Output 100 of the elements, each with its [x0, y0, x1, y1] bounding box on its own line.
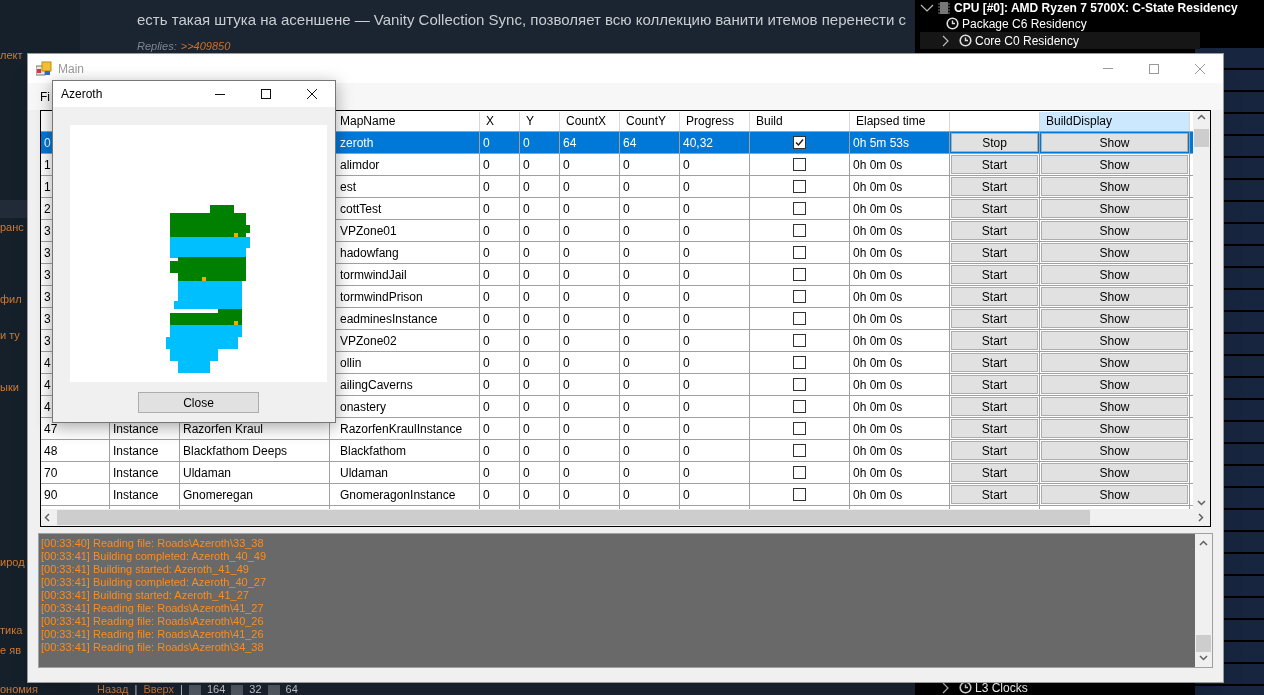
start-button[interactable]: Start: [951, 177, 1038, 196]
scroll-thumb[interactable]: [1194, 129, 1209, 147]
show-button[interactable]: Show: [1041, 265, 1188, 284]
show-button[interactable]: Show: [1041, 331, 1188, 350]
start-button[interactable]: Start: [951, 309, 1038, 328]
table-cell-text: 0: [682, 464, 690, 482]
start-button[interactable]: Start: [951, 353, 1038, 372]
minimize-icon: [1103, 68, 1113, 69]
back-link[interactable]: Назад: [97, 684, 129, 695]
table-cell-text: 0: [482, 134, 490, 152]
table-cell-text: 0: [682, 376, 690, 394]
checkbox[interactable]: [793, 158, 806, 171]
checkbox[interactable]: [793, 290, 806, 303]
scroll-up-icon[interactable]: [1199, 540, 1208, 546]
sidebar-link-text[interactable]: ранс: [0, 222, 24, 233]
scroll-down-icon[interactable]: [1199, 655, 1208, 661]
show-button[interactable]: Show: [1041, 243, 1188, 262]
show-button[interactable]: Show: [1041, 287, 1188, 306]
menu-item[interactable]: Fi: [40, 87, 50, 106]
show-button[interactable]: Show: [1041, 463, 1188, 482]
table-cell-text: Uldaman: [182, 464, 232, 482]
horizontal-scrollbar[interactable]: [41, 509, 1210, 526]
sidebar-link-text[interactable]: ономия: [0, 684, 38, 695]
show-button[interactable]: Show: [1041, 441, 1188, 460]
table-cell-text: Instance: [112, 464, 159, 482]
checkbox[interactable]: [793, 488, 806, 501]
table-cell-text: 0: [522, 178, 530, 196]
sidebar-link-text[interactable]: фил: [0, 294, 22, 305]
stop-button[interactable]: Stop: [951, 133, 1038, 152]
checkbox[interactable]: [793, 246, 806, 259]
scroll-left-icon[interactable]: [44, 513, 50, 522]
start-button[interactable]: Start: [951, 155, 1038, 174]
checkbox[interactable]: [793, 202, 806, 215]
close-dialog-button[interactable]: Close: [138, 392, 259, 413]
checkbox[interactable]: [793, 466, 806, 479]
chevron-right-icon[interactable]: [942, 34, 950, 47]
start-button[interactable]: Start: [951, 265, 1038, 284]
checkbox[interactable]: [793, 422, 806, 435]
scroll-down-icon[interactable]: [1197, 500, 1206, 506]
sidebar-link-text[interactable]: тика: [0, 625, 23, 636]
start-button[interactable]: Start: [951, 243, 1038, 262]
table-row[interactable]: 48 Instance Blackfathom Deeps Blackfathom 0 0 0 0 0 0h 0m 0s Start Show: [41, 440, 1193, 462]
checkbox[interactable]: [793, 444, 806, 457]
start-button[interactable]: Start: [951, 485, 1038, 504]
scroll-up-icon[interactable]: [1197, 114, 1206, 120]
table-cell-text: 0: [682, 266, 690, 284]
show-button[interactable]: Show: [1041, 419, 1188, 438]
vertical-scrollbar[interactable]: [1195, 534, 1212, 667]
table-cell-text: 0: [522, 332, 530, 350]
scroll-thumb[interactable]: [1196, 635, 1211, 652]
scroll-right-icon[interactable]: [1198, 513, 1204, 522]
checkbox[interactable]: [793, 224, 806, 237]
sidebar-link-text[interactable]: ирод: [0, 557, 25, 568]
checkbox[interactable]: [793, 356, 806, 369]
sidebar-link-text[interactable]: ыки: [0, 382, 19, 393]
show-button[interactable]: Show: [1041, 309, 1188, 328]
start-button[interactable]: Start: [951, 221, 1038, 240]
table-row[interactable]: 90 Instance Gnomeregan GnomeragonInstance 0 0 0 0 0 0h 0m 0s Start Show: [41, 484, 1193, 506]
start-button[interactable]: Start: [951, 419, 1038, 438]
table-cell-text: 4: [43, 398, 51, 416]
start-button[interactable]: Start: [951, 463, 1038, 482]
checkbox[interactable]: [793, 378, 806, 391]
show-button[interactable]: Show: [1041, 199, 1188, 218]
scroll-thumb[interactable]: [57, 510, 1090, 525]
chevron-down-icon[interactable]: [920, 2, 934, 13]
table-row[interactable]: 47 Instance Razorfen Kraul RazorfenKraulInstance 0 0 0 0 0 0h 0m 0s Start Show: [41, 418, 1193, 440]
show-button[interactable]: Show: [1041, 155, 1188, 174]
up-link[interactable]: Вверх: [143, 684, 175, 695]
table-cell-text: 0: [43, 134, 51, 152]
table-cell-text: 0: [522, 222, 530, 240]
log-line: [00:33:41] Building completed: Azeroth_40_27: [41, 576, 268, 589]
column-header[interactable]: BuildDisplay: [1040, 112, 1190, 131]
reply-link[interactable]: >>409850: [180, 41, 231, 52]
table-cell-text: 0: [682, 442, 690, 460]
sidebar-link-text[interactable]: и ту: [0, 330, 20, 341]
show-button[interactable]: Show: [1041, 485, 1188, 504]
checkbox[interactable]: [793, 180, 806, 193]
show-button[interactable]: Show: [1041, 221, 1188, 240]
sidebar-link-text[interactable]: лект: [0, 50, 23, 61]
checkbox[interactable]: [793, 136, 806, 149]
start-button[interactable]: Start: [951, 441, 1038, 460]
start-button[interactable]: Start: [951, 287, 1038, 306]
checkbox[interactable]: [793, 268, 806, 281]
sidebar-link-text[interactable]: е яв: [0, 645, 21, 656]
start-button[interactable]: Start: [951, 331, 1038, 350]
vertical-scrollbar[interactable]: [1193, 111, 1210, 509]
show-button[interactable]: Show: [1041, 375, 1188, 394]
table-cell-text: 90: [43, 486, 58, 504]
show-button[interactable]: Show: [1041, 353, 1188, 372]
checkbox[interactable]: [793, 400, 806, 413]
show-button[interactable]: Show: [1041, 177, 1188, 196]
start-button[interactable]: Start: [951, 199, 1038, 218]
start-button[interactable]: Start: [951, 397, 1038, 416]
show-button[interactable]: Show: [1041, 133, 1188, 152]
show-button[interactable]: Show: [1041, 397, 1188, 416]
log-line: [00:33:41] Reading file: Roads\Azeroth\34_38: [41, 641, 265, 654]
checkbox[interactable]: [793, 334, 806, 347]
table-row[interactable]: 70 Instance Uldaman Uldaman 0 0 0 0 0 0h 0m 0s Start Show: [41, 462, 1193, 484]
checkbox[interactable]: [793, 312, 806, 325]
start-button[interactable]: Start: [951, 375, 1038, 394]
